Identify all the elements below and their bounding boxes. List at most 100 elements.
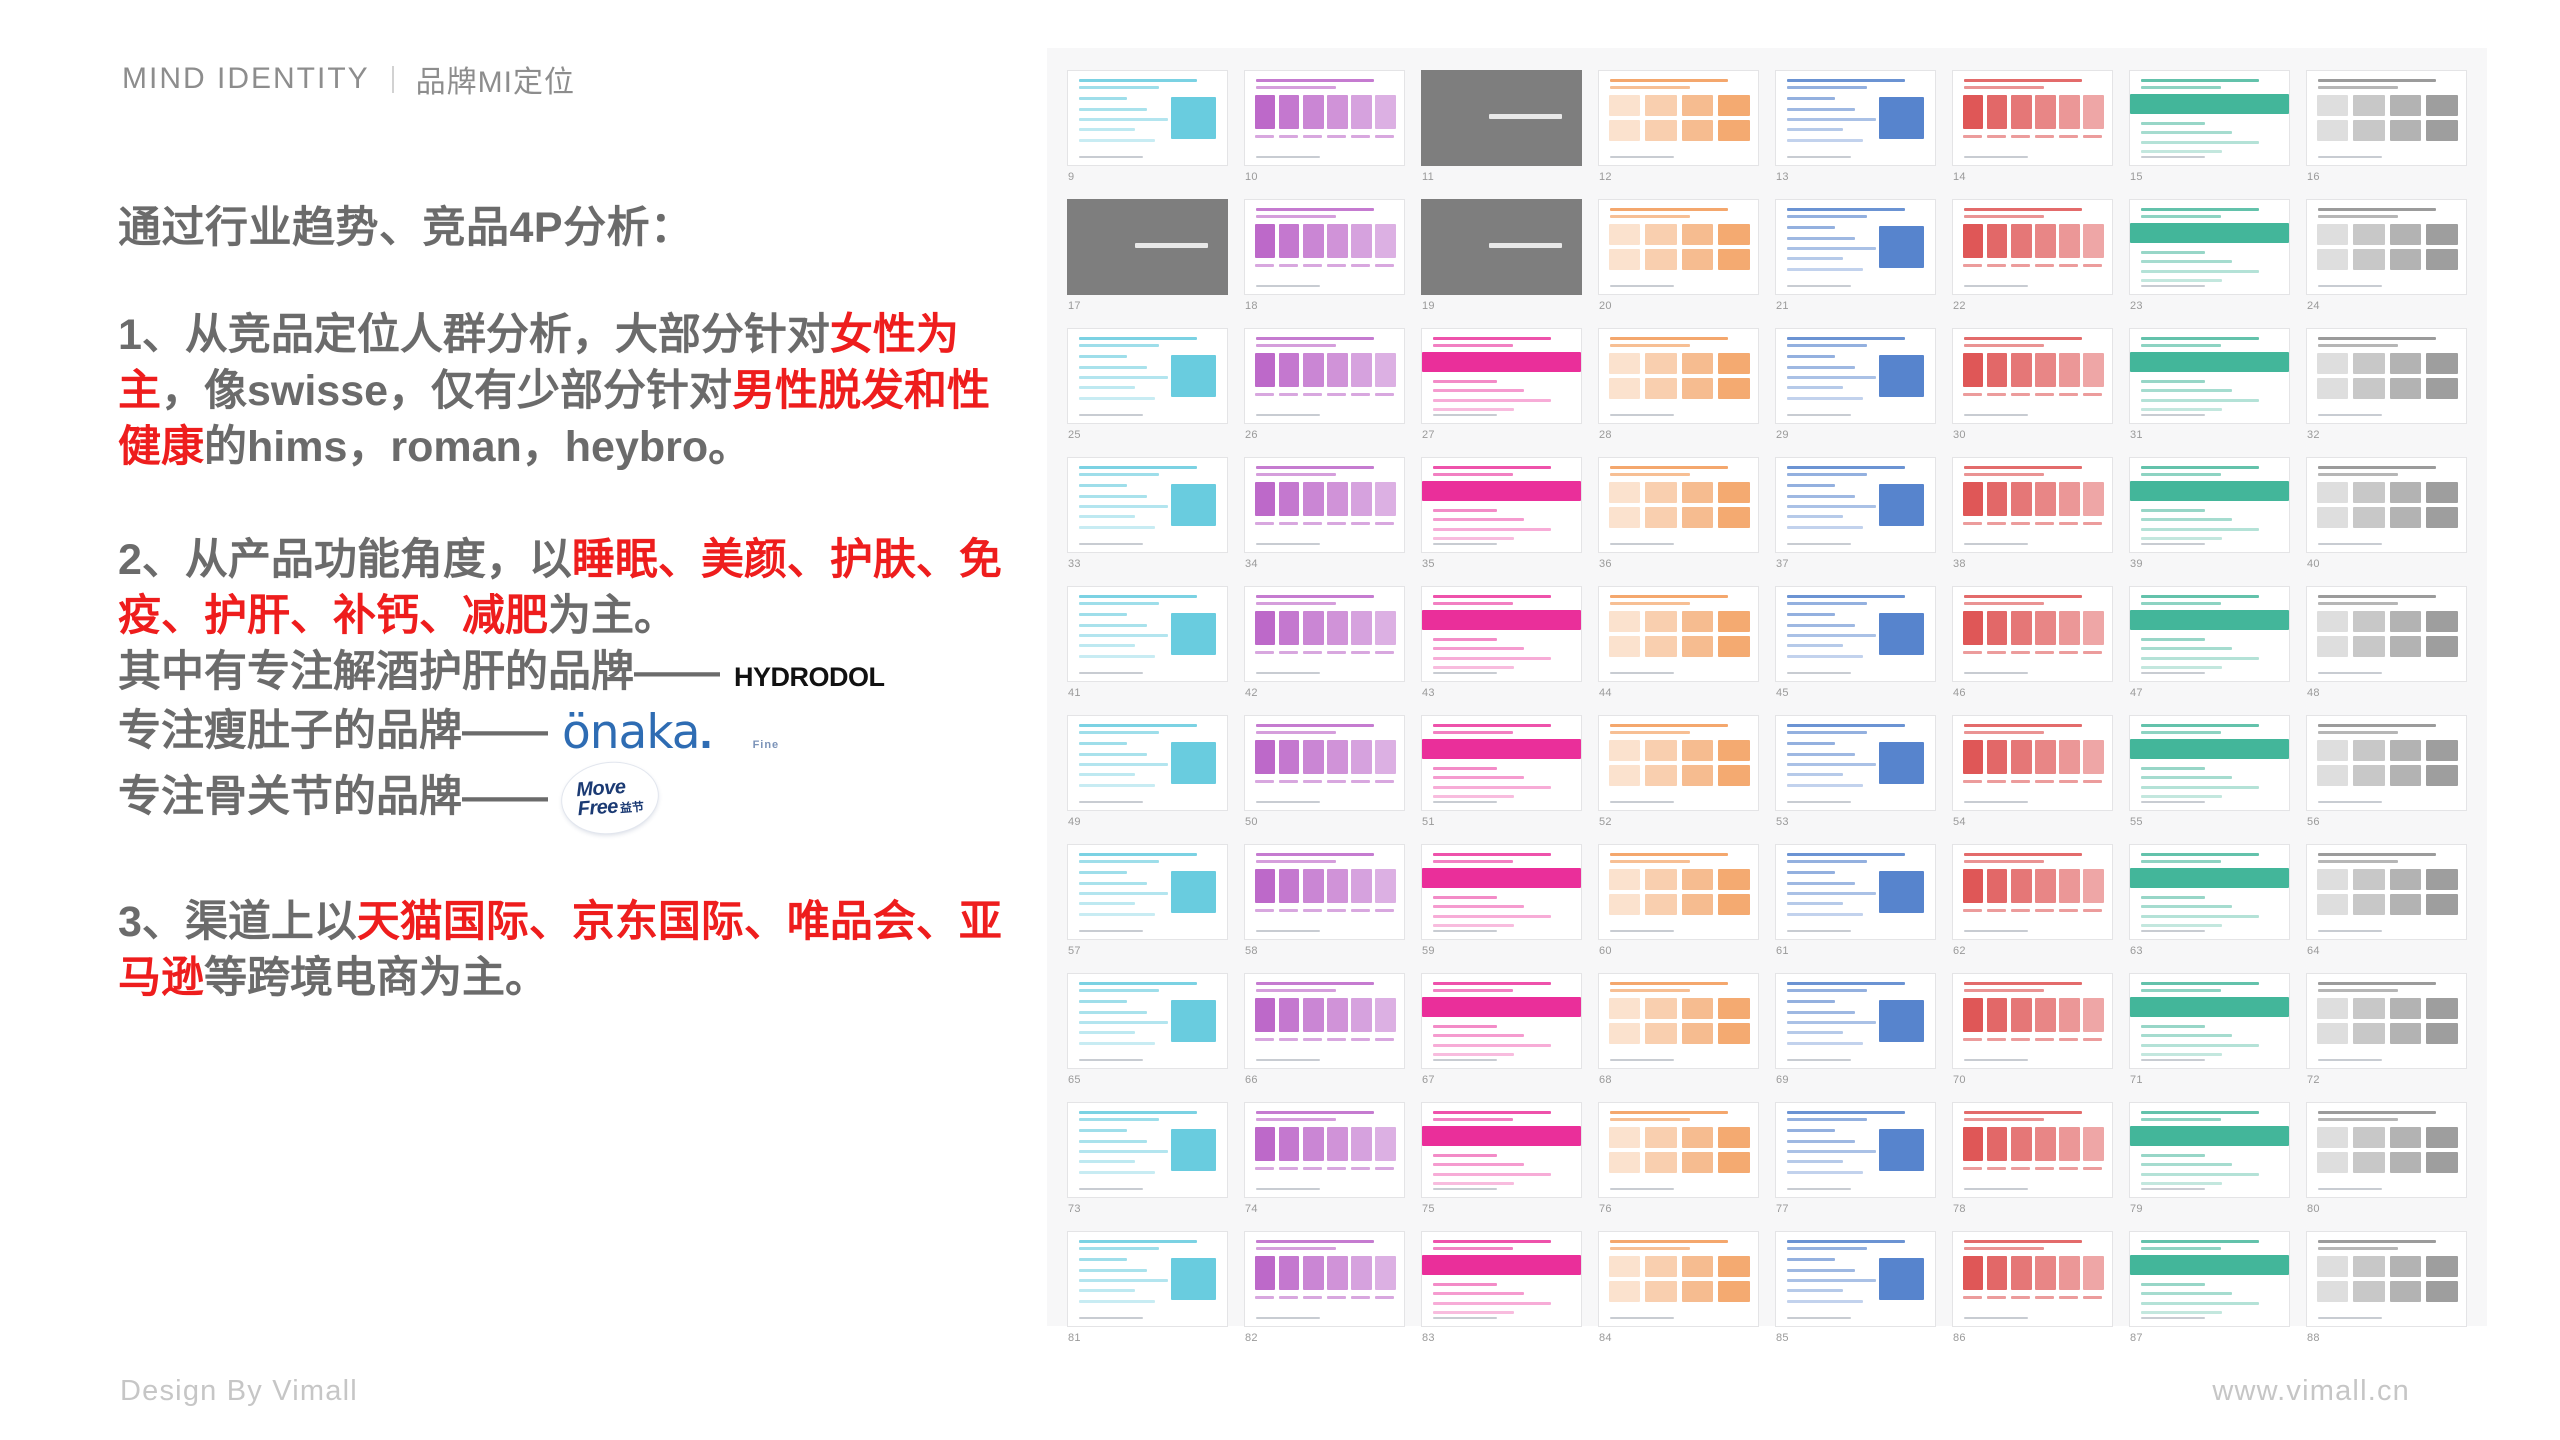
thumbnail-cell[interactable]: 83: [1413, 1225, 1590, 1354]
slide-thumbnail[interactable]: [1598, 844, 1759, 940]
slide-thumbnail[interactable]: [1421, 328, 1582, 424]
slide-thumbnail[interactable]: [1421, 715, 1582, 811]
thumbnail-cell[interactable]: 13: [1767, 64, 1944, 193]
slide-thumbnail[interactable]: [1244, 844, 1405, 940]
thumbnail-cell[interactable]: 27: [1413, 322, 1590, 451]
thumbnail-cell[interactable]: 86: [1944, 1225, 2121, 1354]
slide-thumbnail[interactable]: [1421, 1231, 1582, 1327]
slide-thumbnail[interactable]: [2129, 715, 2290, 811]
thumbnail-cell[interactable]: 43: [1413, 580, 1590, 709]
slide-thumbnail[interactable]: [1775, 199, 1936, 295]
slide-thumbnail[interactable]: [1952, 1102, 2113, 1198]
thumbnail-cell[interactable]: 50: [1236, 709, 1413, 838]
slide-thumbnail[interactable]: [1421, 70, 1582, 166]
slide-thumbnail[interactable]: [1421, 973, 1582, 1069]
thumbnail-cell[interactable]: 82: [1236, 1225, 1413, 1354]
thumbnail-cell[interactable]: 34: [1236, 451, 1413, 580]
slide-thumbnail[interactable]: [1244, 1231, 1405, 1327]
slide-thumbnail[interactable]: [1952, 457, 2113, 553]
thumbnail-cell[interactable]: 25: [1059, 322, 1236, 451]
thumbnail-cell[interactable]: 42: [1236, 580, 1413, 709]
slide-thumbnail[interactable]: [2129, 844, 2290, 940]
slide-thumbnail[interactable]: [1244, 457, 1405, 553]
thumbnail-cell[interactable]: 20: [1590, 193, 1767, 322]
thumbnail-cell[interactable]: 87: [2121, 1225, 2298, 1354]
slide-thumbnail[interactable]: [1067, 586, 1228, 682]
slide-thumbnail[interactable]: [1952, 586, 2113, 682]
thumbnail-cell[interactable]: 49: [1059, 709, 1236, 838]
thumbnail-cell[interactable]: 30: [1944, 322, 2121, 451]
slide-thumbnail[interactable]: [1067, 844, 1228, 940]
slide-thumbnail[interactable]: [2306, 586, 2467, 682]
slide-thumbnail[interactable]: [1775, 457, 1936, 553]
thumbnail-cell[interactable]: 58: [1236, 838, 1413, 967]
slide-thumbnail[interactable]: [1775, 844, 1936, 940]
slide-thumbnail[interactable]: [1775, 1102, 1936, 1198]
thumbnail-cell[interactable]: 33: [1059, 451, 1236, 580]
slide-thumbnail[interactable]: [1067, 1102, 1228, 1198]
slide-thumbnail[interactable]: [1244, 70, 1405, 166]
slide-thumbnail[interactable]: [1775, 586, 1936, 682]
thumbnail-cell[interactable]: 37: [1767, 451, 1944, 580]
slide-thumbnail[interactable]: [1244, 715, 1405, 811]
slide-thumbnail[interactable]: [2129, 973, 2290, 1069]
thumbnail-cell[interactable]: 46: [1944, 580, 2121, 709]
slide-thumbnail[interactable]: [1421, 199, 1582, 295]
thumbnail-cell[interactable]: 51: [1413, 709, 1590, 838]
thumbnail-cell[interactable]: 67: [1413, 967, 1590, 1096]
thumbnail-cell[interactable]: 38: [1944, 451, 2121, 580]
thumbnail-cell[interactable]: 48: [2298, 580, 2475, 709]
thumbnail-cell[interactable]: 53: [1767, 709, 1944, 838]
slide-thumbnail[interactable]: [1952, 199, 2113, 295]
slide-thumbnail[interactable]: [1244, 199, 1405, 295]
thumbnail-cell[interactable]: 17: [1059, 193, 1236, 322]
thumbnail-cell[interactable]: 71: [2121, 967, 2298, 1096]
thumbnail-cell[interactable]: 76: [1590, 1096, 1767, 1225]
thumbnail-cell[interactable]: 66: [1236, 967, 1413, 1096]
thumbnail-cell[interactable]: 44: [1590, 580, 1767, 709]
slide-thumbnail[interactable]: [1067, 199, 1228, 295]
thumbnail-cell[interactable]: 85: [1767, 1225, 1944, 1354]
slide-thumbnail[interactable]: [2129, 199, 2290, 295]
slide-thumbnail[interactable]: [1775, 715, 1936, 811]
slide-thumbnail[interactable]: [2129, 586, 2290, 682]
slide-thumbnail[interactable]: [2306, 457, 2467, 553]
thumbnail-cell[interactable]: 84: [1590, 1225, 1767, 1354]
thumbnail-cell[interactable]: 57: [1059, 838, 1236, 967]
thumbnail-cell[interactable]: 21: [1767, 193, 1944, 322]
slide-thumbnail[interactable]: [1952, 328, 2113, 424]
thumbnail-cell[interactable]: 79: [2121, 1096, 2298, 1225]
thumbnail-cell[interactable]: 22: [1944, 193, 2121, 322]
slide-thumbnail[interactable]: [1421, 844, 1582, 940]
thumbnail-cell[interactable]: 26: [1236, 322, 1413, 451]
thumbnail-cell[interactable]: 65: [1059, 967, 1236, 1096]
thumbnail-cell[interactable]: 15: [2121, 64, 2298, 193]
slide-thumbnail[interactable]: [2129, 70, 2290, 166]
thumbnail-cell[interactable]: 61: [1767, 838, 1944, 967]
thumbnail-cell[interactable]: 28: [1590, 322, 1767, 451]
slide-thumbnail[interactable]: [1067, 70, 1228, 166]
slide-thumbnail[interactable]: [1775, 973, 1936, 1069]
slide-thumbnail[interactable]: [1421, 586, 1582, 682]
thumbnail-cell[interactable]: 11: [1413, 64, 1590, 193]
slide-thumbnail[interactable]: [2306, 1231, 2467, 1327]
thumbnail-cell[interactable]: 31: [2121, 322, 2298, 451]
slide-thumbnail[interactable]: [2129, 1231, 2290, 1327]
slide-thumbnail[interactable]: [1598, 715, 1759, 811]
thumbnail-cell[interactable]: 47: [2121, 580, 2298, 709]
thumbnail-cell[interactable]: 80: [2298, 1096, 2475, 1225]
slide-thumbnail[interactable]: [1775, 1231, 1936, 1327]
thumbnail-cell[interactable]: 63: [2121, 838, 2298, 967]
slide-thumbnail[interactable]: [1952, 1231, 2113, 1327]
slide-thumbnail[interactable]: [1421, 457, 1582, 553]
slide-thumbnail[interactable]: [1952, 715, 2113, 811]
slide-thumbnail[interactable]: [1598, 1231, 1759, 1327]
slide-thumbnail[interactable]: [1598, 1102, 1759, 1198]
thumbnail-cell[interactable]: 69: [1767, 967, 1944, 1096]
slide-thumbnail[interactable]: [2129, 1102, 2290, 1198]
thumbnail-cell[interactable]: 52: [1590, 709, 1767, 838]
thumbnail-cell[interactable]: 9: [1059, 64, 1236, 193]
thumbnail-cell[interactable]: 54: [1944, 709, 2121, 838]
slide-thumbnail[interactable]: [1775, 70, 1936, 166]
thumbnail-cell[interactable]: 77: [1767, 1096, 1944, 1225]
